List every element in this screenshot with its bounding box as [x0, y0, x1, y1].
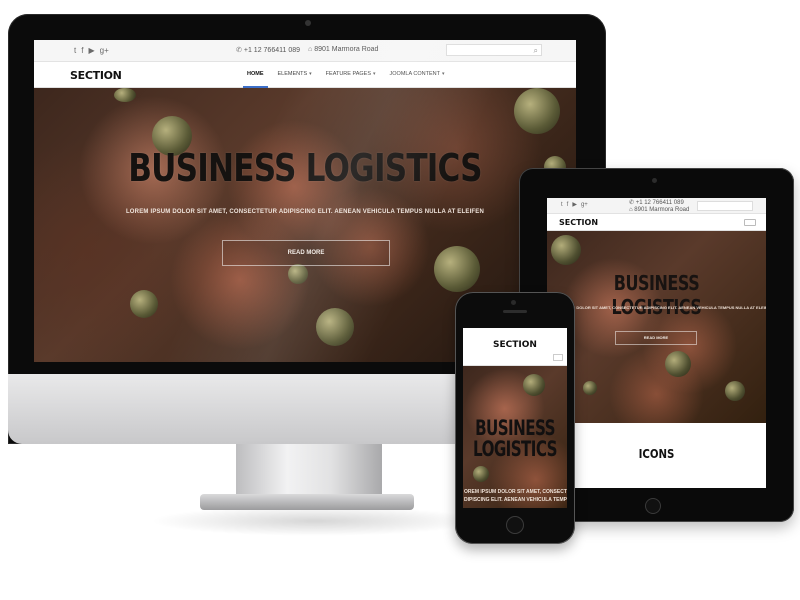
- hero-slider: BUSINESS LOGISTICS LOREM IPSUM DOLOR SIT…: [547, 231, 766, 423]
- menu-item-label: ELEMENTS: [277, 71, 308, 77]
- phone-number: +1 12 766411 089: [635, 200, 684, 206]
- read-more-button[interactable]: READ MORE: [615, 331, 697, 345]
- section-title: ICONS: [638, 447, 675, 461]
- menu-toggle-button[interactable]: [553, 354, 563, 361]
- phone-screen: SECTION BUSINESS LOGISTICS OREM IPSUM DO…: [463, 328, 567, 508]
- hero-subtitle-line: DIPISCING ELIT. AENEAN VEHICULA TEMP: [464, 497, 567, 503]
- search-icon[interactable]: ⌕: [534, 46, 538, 55]
- read-more-button[interactable]: READ MORE: [222, 240, 390, 266]
- home-button[interactable]: [506, 516, 524, 534]
- tablet-navbar: SECTION: [547, 214, 766, 231]
- phone-icon: ✆: [629, 200, 636, 206]
- phone-contact: ✆ +1 12 766411 089: [236, 46, 300, 54]
- social-links: t f ▶ g+: [561, 202, 588, 209]
- camera-icon: [305, 20, 311, 26]
- cell-sphere: [130, 290, 158, 318]
- menu-item-label: FEATURE PAGES: [325, 71, 372, 77]
- address-contact: ⌂ 8901 Marmora Road: [629, 207, 689, 214]
- cell-sphere: [434, 246, 480, 292]
- hero-title: BUSINESS LOGISTICS: [128, 146, 482, 190]
- desktop-topbar: t f ▶ g+ ✆ +1 12 766411 089 ⌂ 8901 Marmora…: [34, 40, 576, 62]
- hero-subtitle-line: OREM IPSUM DOLOR SIT AMET, CONSECTE: [464, 489, 567, 495]
- phone-icon: ✆: [236, 47, 242, 54]
- menu-item-home[interactable]: HOME: [240, 62, 271, 88]
- cell-sphere: [473, 466, 489, 482]
- search-input[interactable]: [697, 201, 753, 211]
- hero-subtitle: OREM IPSUM DOLOR SIT AMET, CONSECTE DIPI…: [464, 488, 567, 504]
- phone-device: SECTION BUSINESS LOGISTICS OREM IPSUM DO…: [455, 292, 575, 544]
- icons-section: ICONS: [547, 423, 766, 488]
- hero-title: BUSINESS LOGISTICS: [611, 271, 702, 319]
- cell-sphere: [316, 308, 354, 346]
- chevron-down-icon: ▾: [373, 71, 376, 77]
- hero-title-line: BUSINESS: [475, 416, 555, 440]
- hero-title-line: LOGISTICS: [473, 437, 557, 461]
- menu-item-elements[interactable]: ELEMENTS ▾: [271, 62, 319, 88]
- youtube-icon[interactable]: ▶: [88, 46, 94, 55]
- google-plus-icon[interactable]: g+: [581, 202, 588, 209]
- monitor-stand-neck: [236, 444, 382, 496]
- youtube-icon[interactable]: ▶: [572, 202, 577, 209]
- facebook-icon[interactable]: f: [81, 46, 83, 55]
- search-input[interactable]: ⌕: [446, 44, 542, 56]
- menu-item-label: HOME: [247, 71, 264, 77]
- cell-sphere: [583, 381, 597, 395]
- menu-item-label: JOOMLA CONTENT: [389, 71, 440, 77]
- facebook-icon[interactable]: f: [567, 202, 569, 209]
- hero-subtitle: LOREM IPSUM DOLOR SIT AMET, CONSECTETUR …: [547, 305, 766, 310]
- cell-sphere: [725, 381, 745, 401]
- menu-toggle-button[interactable]: [744, 219, 756, 226]
- hero-slider: BUSINESS LOGISTICS OREM IPSUM DOLOR SIT …: [463, 366, 567, 508]
- site-logo[interactable]: SECTION: [463, 340, 567, 350]
- desktop-navbar: SECTION HOME ELEMENTS ▾ FEATURE PAGES ▾ JO…: [34, 62, 576, 88]
- phone-contact: ✆ +1 12 766411 089: [629, 200, 689, 207]
- speaker-grille: [503, 310, 527, 313]
- camera-icon: [511, 300, 516, 305]
- phone-number: +1 12 766411 089: [243, 47, 300, 54]
- twitter-icon[interactable]: t: [561, 202, 563, 209]
- address-text: 8901 Marmora Road: [634, 207, 690, 213]
- camera-icon: [652, 178, 657, 183]
- contact-info: ✆ +1 12 766411 089 ⌂ 8901 Marmora Road: [629, 200, 689, 214]
- cell-sphere: [288, 264, 308, 284]
- device-mockup-stage: t f ▶ g+ ✆ +1 12 766411 089 ⌂ 8901 Marmora…: [0, 0, 800, 600]
- cell-sphere: [514, 88, 560, 134]
- google-plus-icon[interactable]: g+: [100, 46, 109, 55]
- chevron-down-icon: ▾: [441, 71, 445, 77]
- home-icon: ⌂: [308, 46, 313, 53]
- twitter-icon[interactable]: t: [74, 46, 76, 55]
- tablet-topbar: t f ▶ g+ ✆ +1 12 766411 089 ⌂ 8901 Marmo…: [547, 198, 766, 214]
- cell-sphere: [114, 88, 136, 102]
- phone-navbar: SECTION: [463, 328, 567, 366]
- chevron-down-icon: ▾: [309, 71, 312, 77]
- cell-sphere: [523, 374, 545, 396]
- monitor-shadow: [150, 506, 480, 536]
- hero-title: BUSINESS LOGISTICS: [470, 418, 559, 460]
- monitor-stand-foot: [200, 494, 414, 510]
- social-links: t f ▶ g+: [74, 46, 109, 55]
- tablet-screen: t f ▶ g+ ✆ +1 12 766411 089 ⌂ 8901 Marmo…: [547, 198, 766, 488]
- menu-item-joomla-content[interactable]: JOOMLA CONTENT ▾: [383, 62, 452, 88]
- cell-sphere: [551, 235, 581, 265]
- home-button[interactable]: [645, 498, 661, 514]
- contact-info: ✆ +1 12 766411 089 ⌂ 8901 Marmora Road: [236, 46, 378, 54]
- menu-item-feature-pages[interactable]: FEATURE PAGES ▾: [319, 62, 383, 88]
- cell-sphere: [665, 351, 691, 377]
- address-contact: ⌂ 8901 Marmora Road: [308, 46, 378, 54]
- hero-subtitle: LOREM IPSUM DOLOR SIT AMET, CONSECTETUR …: [125, 209, 485, 215]
- address-text: 8901 Marmora Road: [314, 46, 379, 53]
- main-menu: HOME ELEMENTS ▾ FEATURE PAGES ▾ JOOMLA CON…: [240, 62, 451, 88]
- site-logo[interactable]: SECTION: [70, 69, 122, 82]
- site-logo[interactable]: SECTION: [559, 218, 598, 227]
